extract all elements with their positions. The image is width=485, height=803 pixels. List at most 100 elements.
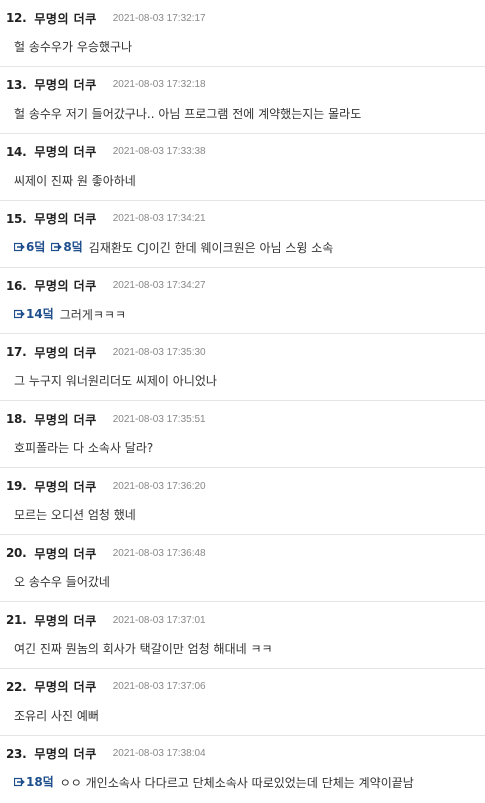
- comment-timestamp: 2021-08-03 17:32:18: [112, 79, 206, 91]
- comment-item: 13. 무명의 더쿠 2021-08-03 17:32:18 헐 송수우 저기 …: [0, 67, 485, 134]
- comment-author[interactable]: 무명의 더쿠: [34, 76, 96, 93]
- comment-text: 김재환도 CJ이긴 한데 웨이크원은 아님 스윙 소속: [88, 240, 334, 255]
- comment-text: 그러게ㅋㅋㅋ: [59, 307, 126, 322]
- comment-author[interactable]: 무명의 더쿠: [34, 344, 96, 361]
- comment-body: 호피폴라는 다 소속사 달라?: [14, 439, 479, 457]
- comment-number: 20.: [6, 546, 27, 561]
- comment-reply-refs: 6덬 8덬: [14, 239, 89, 257]
- reply-reference-link[interactable]: 8덬: [51, 239, 83, 257]
- comment-body: 그 누구지 워너원리더도 씨제이 아니었나: [14, 372, 479, 390]
- comment-timestamp: 2021-08-03 17:32:17: [112, 12, 206, 24]
- comment-meta: 19. 무명의 더쿠 2021-08-03 17:36:20: [6, 478, 479, 494]
- comment-author[interactable]: 무명의 더쿠: [34, 411, 96, 428]
- comment-body: 오 송수우 들어갔네: [14, 573, 479, 591]
- comment-timestamp: 2021-08-03 17:37:06: [112, 681, 206, 693]
- comment-text: 호피폴라는 다 소속사 달라?: [14, 441, 154, 456]
- comment-author[interactable]: 무명의 더쿠: [34, 143, 96, 160]
- comment-text: ㅇㅇ 개인소속사 다다르고 단체소속사 따로있었는데 단체는 계약이끝남: [59, 775, 414, 790]
- comment-reply-refs: 14덬: [14, 306, 60, 324]
- comment-text: 헐 송수우가 우승했구나: [14, 40, 133, 54]
- comment-meta: 12. 무명의 더쿠 2021-08-03 17:32:17: [6, 10, 479, 26]
- comment-number: 18.: [6, 412, 27, 427]
- reply-reference-label: 14덬: [26, 307, 54, 322]
- comment-item: 15. 무명의 더쿠 2021-08-03 17:34:21 6덬 8덬 김재환…: [0, 201, 485, 268]
- comment-meta: 22. 무명의 더쿠 2021-08-03 17:37:06: [6, 679, 479, 695]
- comment-number: 12.: [6, 11, 27, 25]
- comment-number: 21.: [6, 613, 27, 628]
- comment-meta: 13. 무명의 더쿠 2021-08-03 17:32:18: [6, 77, 479, 93]
- comment-timestamp: 2021-08-03 17:38:04: [112, 748, 206, 760]
- comment-meta: 20. 무명의 더쿠 2021-08-03 17:36:48: [6, 545, 479, 561]
- comment-item: 12. 무명의 더쿠 2021-08-03 17:32:17 헐 송수우가 우승…: [0, 0, 485, 67]
- comment-author[interactable]: 무명의 더쿠: [34, 210, 96, 227]
- comment-meta: 23. 무명의 더쿠 2021-08-03 17:38:04: [6, 746, 479, 762]
- reply-reference-label: 8덬: [63, 240, 83, 255]
- comment-body: 헐 송수우 저기 들어갔구나.. 아님 프로그램 전에 계약했는지는 몰라도: [14, 105, 479, 123]
- comment-timestamp: 2021-08-03 17:35:51: [112, 413, 206, 425]
- comment-body: 모르는 오디션 엄청 했네: [14, 506, 479, 524]
- reply-reference-label: 18덬: [26, 775, 54, 790]
- comment-number: 14.: [6, 144, 27, 159]
- comment-author[interactable]: 무명의 더쿠: [34, 545, 96, 562]
- comment-number: 22.: [6, 679, 27, 694]
- comment-body: 18덬 ㅇㅇ 개인소속사 다다르고 단체소속사 따로있었는데 단체는 계약이끝남: [14, 774, 479, 792]
- comment-meta: 17. 무명의 더쿠 2021-08-03 17:35:30: [6, 344, 479, 360]
- reply-reference-label: 6덬: [26, 240, 46, 255]
- comment-reply-refs: 18덬: [14, 774, 60, 792]
- comment-timestamp: 2021-08-03 17:34:27: [112, 280, 206, 292]
- comment-body: 6덬 8덬 김재환도 CJ이긴 한데 웨이크원은 아님 스윙 소속: [14, 239, 479, 257]
- comment-author[interactable]: 무명의 더쿠: [34, 10, 96, 27]
- comment-text: 씨제이 진짜 원 좋아하네: [14, 173, 136, 188]
- comment-meta: 18. 무명의 더쿠 2021-08-03 17:35:51: [6, 411, 479, 427]
- comment-text: 조유리 사진 예뻐: [14, 708, 99, 723]
- comment-body: 씨제이 진짜 원 좋아하네: [14, 172, 479, 190]
- comment-body: 조유리 사진 예뻐: [14, 707, 479, 725]
- comment-item: 22. 무명의 더쿠 2021-08-03 17:37:06 조유리 사진 예뻐: [0, 669, 485, 736]
- reply-reference-link[interactable]: 6덬: [14, 239, 45, 257]
- comment-timestamp: 2021-08-03 17:36:48: [112, 547, 206, 559]
- comment-meta: 16. 무명의 더쿠 2021-08-03 17:34:27: [6, 278, 479, 294]
- comment-number: 13.: [6, 77, 27, 92]
- comment-timestamp: 2021-08-03 17:34:21: [112, 213, 206, 225]
- reply-arrow-icon: [14, 242, 25, 252]
- comment-author[interactable]: 무명의 더쿠: [34, 612, 96, 629]
- comment-text: 헐 송수우 저기 들어갔구나.. 아님 프로그램 전에 계약했는지는 몰라도: [14, 106, 362, 121]
- comment-body: 여긴 진짜 뭔놈의 회사가 택갈이만 엄청 해대네 ㅋㅋ: [14, 640, 479, 658]
- reply-arrow-icon: [51, 242, 63, 252]
- comment-number: 15.: [6, 211, 27, 226]
- comment-item: 19. 무명의 더쿠 2021-08-03 17:36:20 모르는 오디션 엄…: [0, 468, 485, 536]
- comment-meta: 21. 무명의 더쿠 2021-08-03 17:37:01: [6, 612, 479, 628]
- reply-reference-link[interactable]: 18덬: [14, 774, 54, 792]
- comment-number: 19.: [6, 479, 27, 494]
- comment-number: 17.: [6, 345, 27, 360]
- comment-text: 여긴 진짜 뭔놈의 회사가 택갈이만 엄청 해대네 ㅋㅋ: [14, 642, 273, 657]
- comment-item: 14. 무명의 더쿠 2021-08-03 17:33:38 씨제이 진짜 원 …: [0, 134, 485, 201]
- comment-timestamp: 2021-08-03 17:35:30: [112, 346, 206, 358]
- reply-arrow-icon: [14, 777, 25, 787]
- comment-text: 모르는 오디션 엄청 했네: [14, 508, 136, 523]
- comment-timestamp: 2021-08-03 17:33:38: [112, 146, 206, 158]
- comment-item: 17. 무명의 더쿠 2021-08-03 17:35:30 그 누구지 워너원…: [0, 334, 485, 402]
- comment-item: 16. 무명의 더쿠 2021-08-03 17:34:27 14덬 그러게ㅋㅋ…: [0, 268, 485, 335]
- comment-meta: 14. 무명의 더쿠 2021-08-03 17:33:38: [6, 144, 479, 160]
- reply-arrow-icon: [14, 309, 25, 319]
- comment-text: 오 송수우 들어갔네: [14, 575, 110, 590]
- comment-author[interactable]: 무명의 더쿠: [34, 478, 96, 495]
- comment-author[interactable]: 무명의 더쿠: [34, 678, 96, 695]
- comment-number: 16.: [6, 278, 27, 293]
- reply-reference-link[interactable]: 14덬: [14, 306, 54, 324]
- comment-item: 23. 무명의 더쿠 2021-08-03 17:38:04 18덬 ㅇㅇ 개인…: [0, 736, 485, 803]
- comment-timestamp: 2021-08-03 17:36:20: [112, 480, 206, 492]
- comment-timestamp: 2021-08-03 17:37:01: [112, 614, 206, 626]
- comment-author[interactable]: 무명의 더쿠: [34, 745, 96, 762]
- comment-number: 23.: [6, 746, 27, 761]
- comment-body: 헐 송수우가 우승했구나: [14, 38, 479, 56]
- comment-meta: 15. 무명의 더쿠 2021-08-03 17:34:21: [6, 211, 479, 227]
- comment-list: 12. 무명의 더쿠 2021-08-03 17:32:17 헐 송수우가 우승…: [0, 0, 485, 803]
- comment-text: 그 누구지 워너원리더도 씨제이 아니었나: [14, 374, 217, 389]
- comment-item: 20. 무명의 더쿠 2021-08-03 17:36:48 오 송수우 들어갔…: [0, 535, 485, 603]
- comment-body: 14덬 그러게ㅋㅋㅋ: [14, 306, 479, 324]
- comment-item: 21. 무명의 더쿠 2021-08-03 17:37:01 여긴 진짜 뭔놈의…: [0, 602, 485, 669]
- comment-item: 18. 무명의 더쿠 2021-08-03 17:35:51 호피폴라는 다 소…: [0, 401, 485, 469]
- comment-author[interactable]: 무명의 더쿠: [34, 277, 96, 294]
